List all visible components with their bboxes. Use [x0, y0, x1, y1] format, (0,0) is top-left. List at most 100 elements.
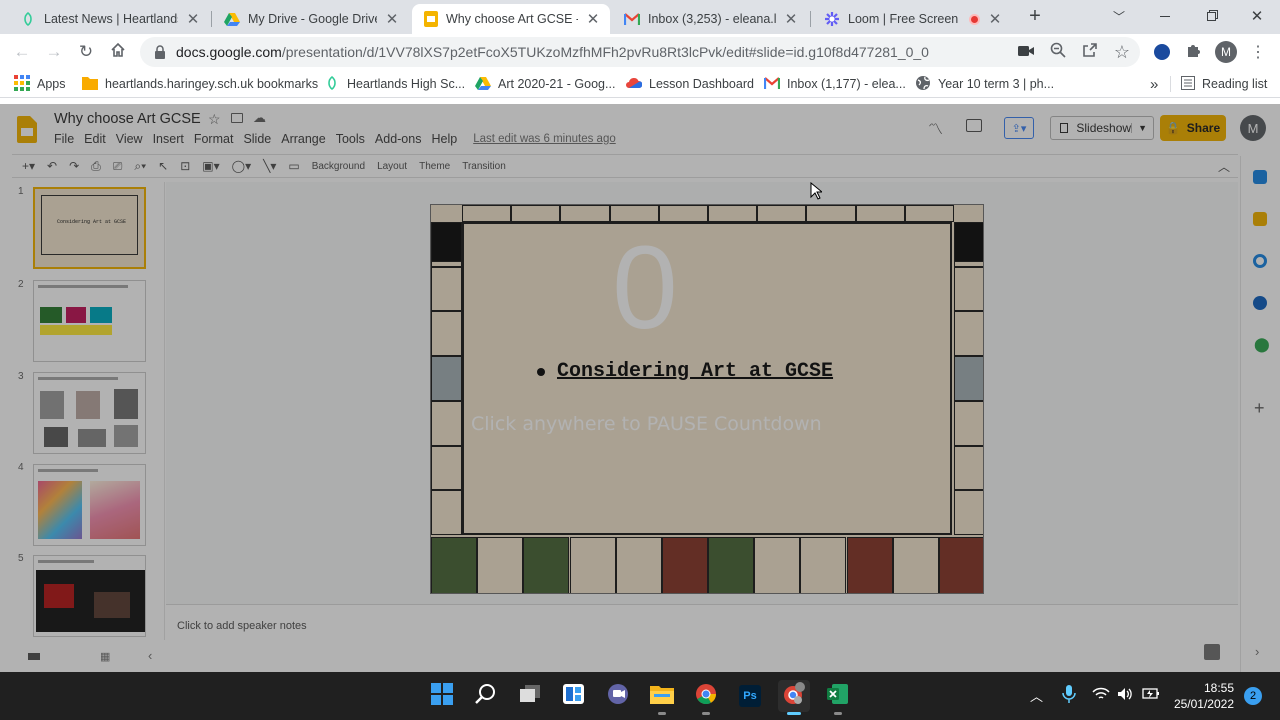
- expand-panel-icon[interactable]: ›: [1255, 644, 1259, 659]
- tab-latest-news[interactable]: Latest News | Heartlands High ✕: [8, 4, 210, 34]
- share-page-button[interactable]: [1078, 40, 1102, 64]
- battery-button[interactable]: [1142, 687, 1160, 706]
- list-view-icon[interactable]: ▦: [100, 650, 110, 663]
- chevron-up-icon[interactable]: ︿: [1218, 158, 1230, 175]
- more-bookmarks-button[interactable]: »: [1150, 74, 1158, 94]
- search-button[interactable]: [470, 680, 502, 712]
- slideshow-button[interactable]: Slideshow ▼: [1050, 116, 1154, 140]
- close-tab-icon[interactable]: ✕: [186, 10, 200, 28]
- present-meeting-button[interactable]: ⇪▾: [1004, 117, 1034, 139]
- tab-loom[interactable]: Loom | Free Screen & Video ✕: [812, 4, 1012, 34]
- microphone-button[interactable]: [1062, 685, 1076, 708]
- menu-slide[interactable]: Slide: [243, 132, 271, 146]
- close-tab-icon[interactable]: ✕: [385, 10, 399, 28]
- speaker-notes-area[interactable]: Click to add speaker notes: [166, 604, 1238, 640]
- bookmark-folder[interactable]: heartlands.haringey.sch.uk bookmarks: [82, 74, 318, 94]
- bookmark-lesson-dashboard[interactable]: Lesson Dashboard: [626, 74, 754, 94]
- teams-chat-button[interactable]: [602, 680, 634, 712]
- home-button[interactable]: [106, 40, 130, 64]
- notification-badge[interactable]: 2: [1244, 687, 1262, 705]
- tab-my-drive[interactable]: My Drive - Google Drive ✕: [212, 4, 409, 34]
- new-slide-icon[interactable]: +▾: [22, 159, 35, 173]
- slide-thumbnail-2[interactable]: [33, 280, 146, 362]
- image-icon[interactable]: ▣▾: [202, 159, 219, 173]
- start-button[interactable]: [426, 680, 458, 712]
- chrome-button[interactable]: [690, 680, 722, 715]
- photoshop-button[interactable]: Ps: [734, 680, 766, 712]
- close-tab-icon[interactable]: ✕: [988, 10, 1002, 28]
- zoom-button[interactable]: [1046, 40, 1070, 64]
- back-button[interactable]: ←: [10, 40, 34, 64]
- layout-button[interactable]: Layout: [377, 161, 407, 172]
- slide-thumbnail-5[interactable]: [33, 555, 146, 637]
- minimize-button[interactable]: [1142, 0, 1188, 32]
- chrome-menu-button[interactable]: ⋮: [1246, 40, 1270, 64]
- theme-button[interactable]: Theme: [419, 161, 450, 172]
- excel-button[interactable]: [822, 680, 854, 715]
- grid-view-icon[interactable]: [28, 653, 40, 660]
- volume-button[interactable]: [1117, 686, 1133, 707]
- reading-list-button[interactable]: Reading list: [1181, 74, 1267, 94]
- undo-icon[interactable]: ↶: [47, 159, 57, 173]
- comment-icon[interactable]: ▭: [288, 159, 299, 173]
- menu-insert[interactable]: Insert: [153, 132, 184, 146]
- menu-edit[interactable]: Edit: [84, 132, 106, 146]
- close-window-button[interactable]: ✕: [1234, 0, 1280, 32]
- tab-search-button[interactable]: ﹀: [1096, 0, 1142, 32]
- bookmark-year10[interactable]: Year 10 term 3 | ph...: [915, 74, 1054, 94]
- file-explorer-button[interactable]: [646, 680, 678, 715]
- slide-thumbnail-4[interactable]: [33, 464, 146, 546]
- bookmark-inbox[interactable]: Inbox (1,177) - elea...: [763, 74, 906, 94]
- camera-button[interactable]: [1014, 40, 1038, 64]
- transition-button[interactable]: Transition: [462, 161, 506, 172]
- close-tab-icon[interactable]: ✕: [784, 10, 798, 28]
- document-title[interactable]: Why choose Art GCSE: [54, 111, 201, 127]
- tab-inbox[interactable]: Inbox (3,253) - eleana.lou ✕: [612, 4, 808, 34]
- chrome-profile-button[interactable]: [778, 680, 810, 715]
- menu-format[interactable]: Format: [194, 132, 234, 146]
- background-button[interactable]: Background: [312, 161, 365, 172]
- menu-file[interactable]: File: [54, 132, 74, 146]
- text-box-icon[interactable]: ⊡: [180, 159, 190, 173]
- comments-icon[interactable]: [966, 119, 982, 132]
- widgets-button[interactable]: [558, 680, 590, 712]
- bookmark-apps[interactable]: Apps: [14, 74, 66, 94]
- collapse-filmstrip-icon[interactable]: ‹: [148, 648, 152, 663]
- menu-view[interactable]: View: [116, 132, 143, 146]
- keep-icon[interactable]: [1253, 212, 1267, 226]
- address-bar[interactable]: docs.google.com/presentation/d/1VV78lXS7…: [140, 37, 1140, 67]
- star-icon[interactable]: ☆: [208, 111, 221, 128]
- menu-addons[interactable]: Add-ons: [375, 132, 422, 146]
- slide-thumbnail-3[interactable]: [33, 372, 146, 454]
- bookmark-art-drive[interactable]: Art 2020-21 - Goog...: [475, 74, 615, 94]
- redo-icon[interactable]: ↷: [69, 159, 79, 173]
- contacts-icon[interactable]: [1253, 296, 1267, 310]
- last-edit-link[interactable]: Last edit was 6 minutes ago: [473, 132, 616, 146]
- show-hidden-icons-button[interactable]: ︿: [1030, 686, 1043, 705]
- slide-canvas[interactable]: 0 Considering Art at GCSE Click anywhere…: [430, 204, 984, 594]
- menu-help[interactable]: Help: [431, 132, 457, 146]
- profile-button[interactable]: M: [1214, 40, 1238, 64]
- forward-button[interactable]: →: [42, 40, 66, 64]
- tasks-icon[interactable]: [1253, 254, 1267, 268]
- close-tab-icon[interactable]: ✕: [586, 10, 600, 28]
- clock[interactable]: 18:55 25/01/2022: [1168, 680, 1234, 712]
- wifi-button[interactable]: [1092, 687, 1110, 706]
- share-button[interactable]: 🔒 Share: [1160, 115, 1226, 141]
- bookmark-heartlands[interactable]: Heartlands High Sc...: [324, 74, 465, 94]
- slide-thumbnail-1[interactable]: Considering Art at GCSE: [33, 187, 146, 269]
- maps-icon[interactable]: ⬤: [1254, 336, 1270, 353]
- calendar-icon[interactable]: [1253, 170, 1267, 184]
- slides-logo[interactable]: [17, 116, 37, 148]
- menu-arrange[interactable]: Arrange: [281, 132, 325, 146]
- explore-icon[interactable]: [1204, 644, 1220, 660]
- tab-why-choose-art[interactable]: Why choose Art GCSE - Google Slides ✕: [412, 4, 610, 34]
- new-tab-button[interactable]: +: [1012, 0, 1058, 32]
- extensions-button[interactable]: [1182, 40, 1206, 64]
- avatar[interactable]: M: [1240, 115, 1266, 141]
- select-icon[interactable]: ↖: [158, 159, 168, 173]
- add-addon-icon[interactable]: +: [1254, 398, 1265, 419]
- bookmark-star-button[interactable]: ☆: [1110, 40, 1134, 64]
- paint-format-icon[interactable]: ⎚: [113, 159, 123, 174]
- chevron-down-icon[interactable]: ▼: [1131, 123, 1153, 133]
